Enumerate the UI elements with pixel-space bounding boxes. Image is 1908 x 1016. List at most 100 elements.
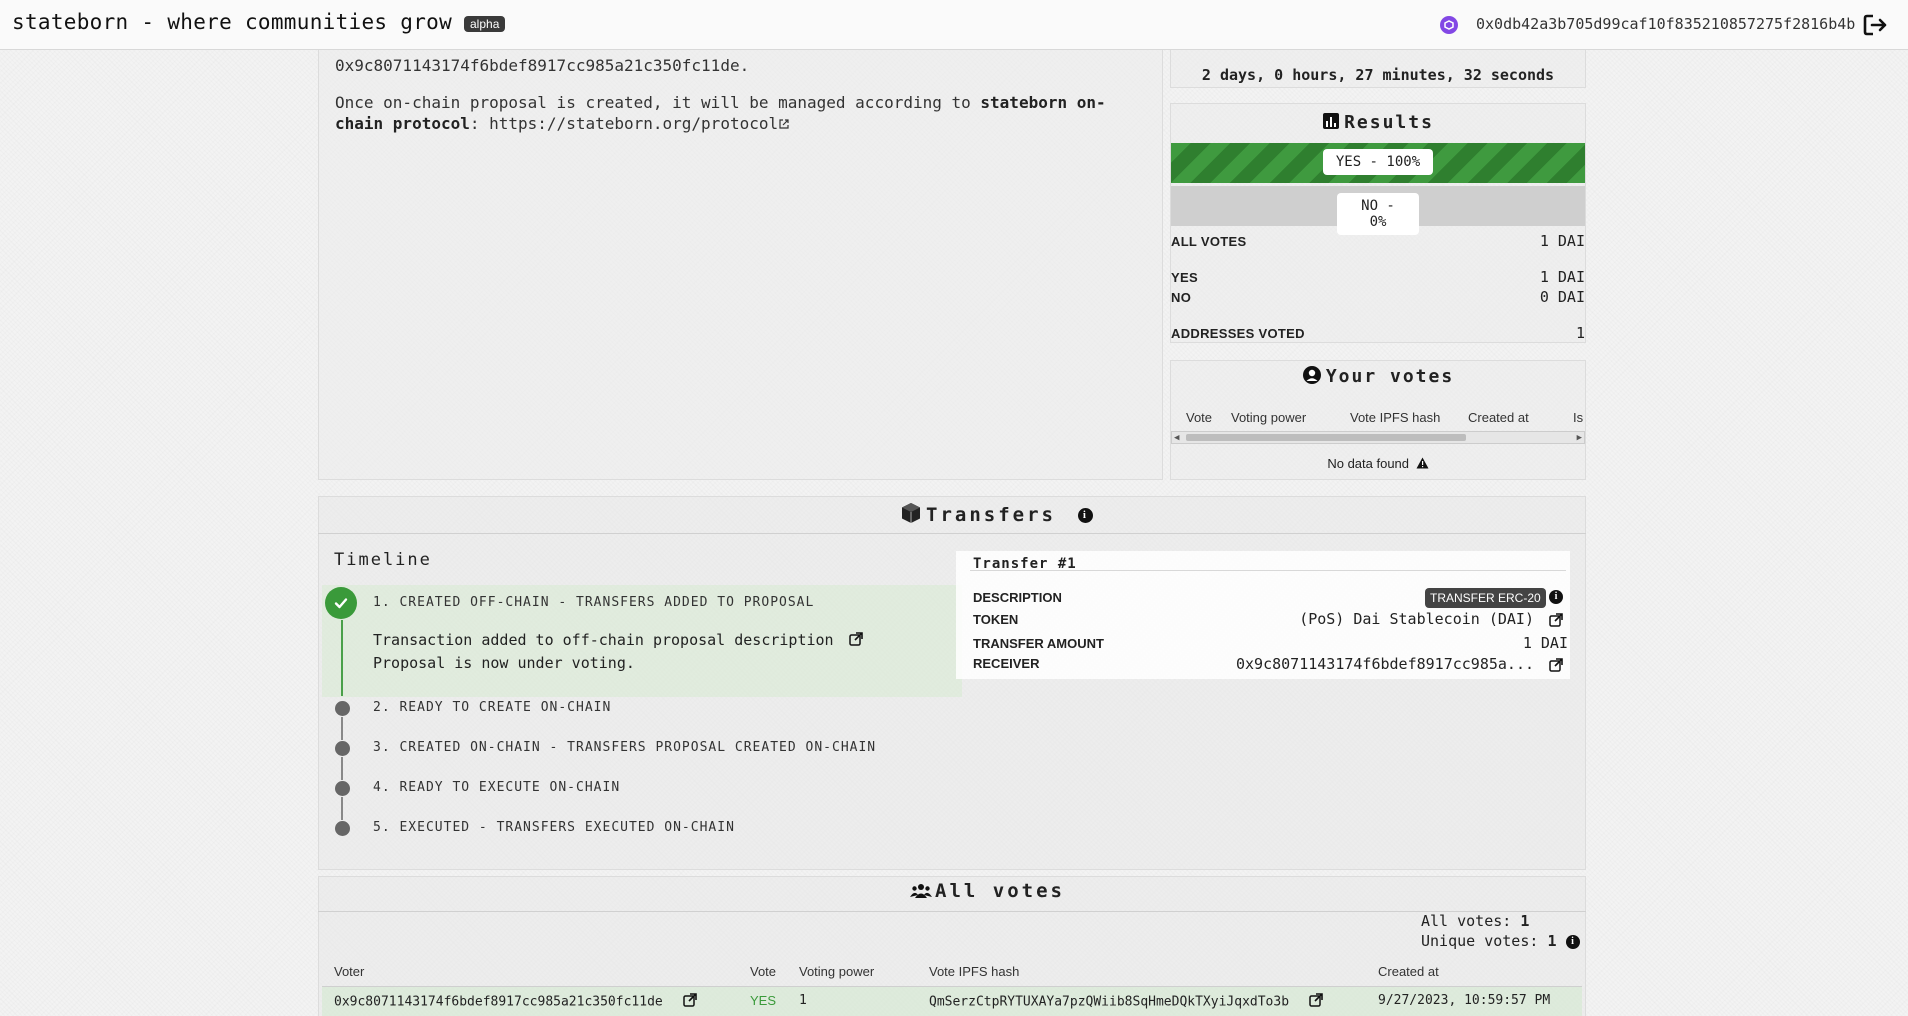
no-value: 0 DAI — [1539, 288, 1585, 306]
protocol-sep: : — [469, 114, 490, 133]
yes-value: 1 DAI — [1539, 268, 1585, 286]
countdown-text: 2 days, 0 hours, 27 minutes, 32 seconds — [1201, 66, 1555, 84]
transfer-token-value: (PoS) Dai Stablecoin (DAI) — [1299, 610, 1534, 628]
horizontal-scrollbar[interactable]: ◀ ▶ — [1171, 431, 1585, 444]
transfer-card-divider — [970, 570, 1566, 571]
protocol-bold-2: chain protocol — [335, 114, 470, 133]
unique-votes-stat: Unique votes: 1 i — [1421, 932, 1580, 950]
unique-votes-stat-count: 1 — [1547, 932, 1557, 950]
transfer-amount-key: TRANSFER AMOUNT — [973, 636, 1104, 651]
unique-votes-info-icon[interactable]: i — [1565, 934, 1580, 949]
all-votes-title-wrap: All votes — [910, 880, 1065, 904]
alpha-badge: alpha — [464, 16, 506, 32]
timeline-step-2: 2. READY TO CREATE ON-CHAIN — [373, 700, 612, 715]
description-protocol-line: chain protocol: https://stateborn.org/pr… — [335, 114, 790, 134]
vote-row-ipfs[interactable]: QmSerzCtpRYTUXAYa7pzQWiib8SqHmeDQkTXyiJq… — [929, 993, 1323, 1011]
step1-body-text-1: Transaction added to off-chain proposal … — [373, 631, 834, 649]
all-votes-stat-count: 1 — [1520, 912, 1530, 930]
protocol-link[interactable]: https://stateborn.org/protocol — [489, 114, 778, 133]
description-managed-line: Once on-chain proposal is created, it wi… — [335, 93, 1106, 112]
timeline-dot-2 — [335, 701, 350, 716]
timeline-dot-3 — [335, 741, 350, 756]
transfer-receiver-key: RECEIVER — [973, 656, 1040, 671]
all-votes-stat-label: All votes: — [1421, 912, 1512, 930]
chart-icon — [1322, 112, 1340, 135]
transfer-description-key: DESCRIPTION — [973, 590, 1062, 605]
transfers-title: Transfers — [926, 504, 1056, 526]
ipfs-external-link-icon[interactable] — [1309, 993, 1323, 1011]
vote-row-created-at: 9/27/2023, 10:59:57 PM — [1378, 993, 1551, 1008]
timeline-connector-2 — [341, 717, 343, 740]
all-votes-title: All votes — [935, 880, 1065, 902]
external-link-icon[interactable] — [848, 631, 863, 650]
scroll-right-icon[interactable]: ▶ — [1577, 433, 1582, 443]
timeline-step-1: 1. CREATED OFF-CHAIN - TRANSFERS ADDED T… — [373, 595, 815, 610]
col-ipfs-hash[interactable]: Vote IPFS hash — [929, 964, 1019, 979]
timeline-dot-4 — [335, 781, 350, 796]
your-votes-col-ipfs[interactable]: Vote IPFS hash — [1350, 410, 1440, 425]
scrollbar-thumb[interactable] — [1186, 434, 1466, 441]
your-votes-title-wrap: Your votes — [1170, 365, 1586, 390]
no-data-message: No data found — [1170, 456, 1586, 472]
timeline-dot-5 — [335, 821, 350, 836]
yes-key: YES — [1171, 270, 1198, 285]
all-votes-stat: All votes: 1 — [1421, 912, 1529, 930]
voter-address[interactable]: 0x9c8071143174f6bdef8917cc985a21c350fc11… — [334, 995, 663, 1010]
wallet-address[interactable]: 0x0db42a3b705d99caf10f835210857275f2816b… — [1476, 15, 1855, 33]
timeline-step-5: 5. EXECUTED - TRANSFERS EXECUTED ON-CHAI… — [373, 820, 735, 835]
ipfs-hash[interactable]: QmSerzCtpRYTUXAYa7pzQWiib8SqHmeDQkTXyiJq… — [929, 995, 1289, 1010]
your-votes-col-is[interactable]: Is — [1573, 410, 1585, 425]
transfer-amount-value: 1 DAI — [1522, 634, 1568, 652]
timeline-label: Timeline — [334, 550, 432, 570]
logout-icon[interactable] — [1862, 12, 1888, 38]
managed-prefix: Once on-chain proposal is created, it wi… — [335, 93, 981, 112]
transfer-type-badge: TRANSFER ERC-20 — [1425, 588, 1546, 608]
vote-row-voting-power: 1 — [799, 993, 807, 1008]
scroll-left-icon[interactable]: ◀ — [1174, 433, 1179, 443]
token-external-link-icon[interactable] — [1549, 612, 1563, 631]
transfer-receiver-value[interactable]: 0x9c8071143174f6bdef8917cc985a... — [1236, 655, 1534, 673]
external-link-icon[interactable] — [778, 115, 790, 134]
warning-icon — [1416, 457, 1429, 472]
results-title-wrap: Results — [1170, 112, 1586, 135]
col-vote[interactable]: Vote — [750, 964, 776, 979]
transfer-type-info-icon[interactable]: i — [1549, 590, 1563, 604]
col-voter[interactable]: Voter — [334, 964, 364, 979]
addresses-voted-value: 1 — [1575, 324, 1585, 342]
transfer-token-key: TOKEN — [973, 612, 1019, 627]
no-key: NO — [1171, 290, 1192, 305]
addresses-voted-key: ADDRESSES VOTED — [1171, 326, 1305, 341]
timeline-connector-1 — [341, 620, 343, 696]
your-votes-col-vote[interactable]: Vote — [1186, 410, 1212, 425]
no-result-label: NO - 0% — [1337, 193, 1419, 235]
protocol-bold-1: stateborn on- — [980, 93, 1106, 112]
timeline-connector-4 — [341, 797, 343, 820]
step-complete-check-icon — [325, 587, 357, 619]
timeline-step-3: 3. CREATED ON-CHAIN - TRANSFERS PROPOSAL… — [373, 740, 877, 755]
brand-title[interactable]: stateborn - where communities grow — [12, 10, 452, 34]
your-votes-title: Your votes — [1325, 366, 1455, 387]
unique-votes-stat-label: Unique votes: — [1421, 932, 1539, 950]
results-title: Results — [1344, 112, 1434, 133]
cube-icon — [900, 502, 922, 529]
col-created-at[interactable]: Created at — [1378, 964, 1439, 979]
vote-row-voter[interactable]: 0x9c8071143174f6bdef8917cc985a21c350fc11… — [334, 993, 697, 1011]
polygon-network-icon — [1440, 16, 1458, 34]
timeline-connector-3 — [341, 757, 343, 780]
users-icon — [910, 882, 932, 904]
receiver-external-link-icon[interactable] — [1549, 657, 1563, 676]
user-circle-icon — [1302, 365, 1322, 390]
all-votes-key: ALL VOTES — [1171, 234, 1247, 249]
top-bar: stateborn - where communities grow alpha… — [0, 0, 1908, 50]
timeline-step-4: 4. READY TO EXECUTE ON-CHAIN — [373, 780, 621, 795]
description-address: 0x9c8071143174f6bdef8917cc985a21c350fc11… — [335, 56, 750, 75]
your-votes-col-created[interactable]: Created at — [1468, 410, 1529, 425]
transfers-title-wrap: Transfers i — [900, 502, 1094, 529]
col-voting-power[interactable]: Voting power — [799, 964, 874, 979]
your-votes-col-voting-power[interactable]: Voting power — [1231, 410, 1306, 425]
all-votes-value: 1 DAI — [1539, 232, 1585, 250]
no-data-text: No data found — [1327, 456, 1410, 471]
step1-body-line-2: Proposal is now under voting. — [373, 654, 635, 672]
voter-external-link-icon[interactable] — [682, 993, 697, 1011]
transfers-info-icon[interactable]: i — [1078, 508, 1094, 523]
